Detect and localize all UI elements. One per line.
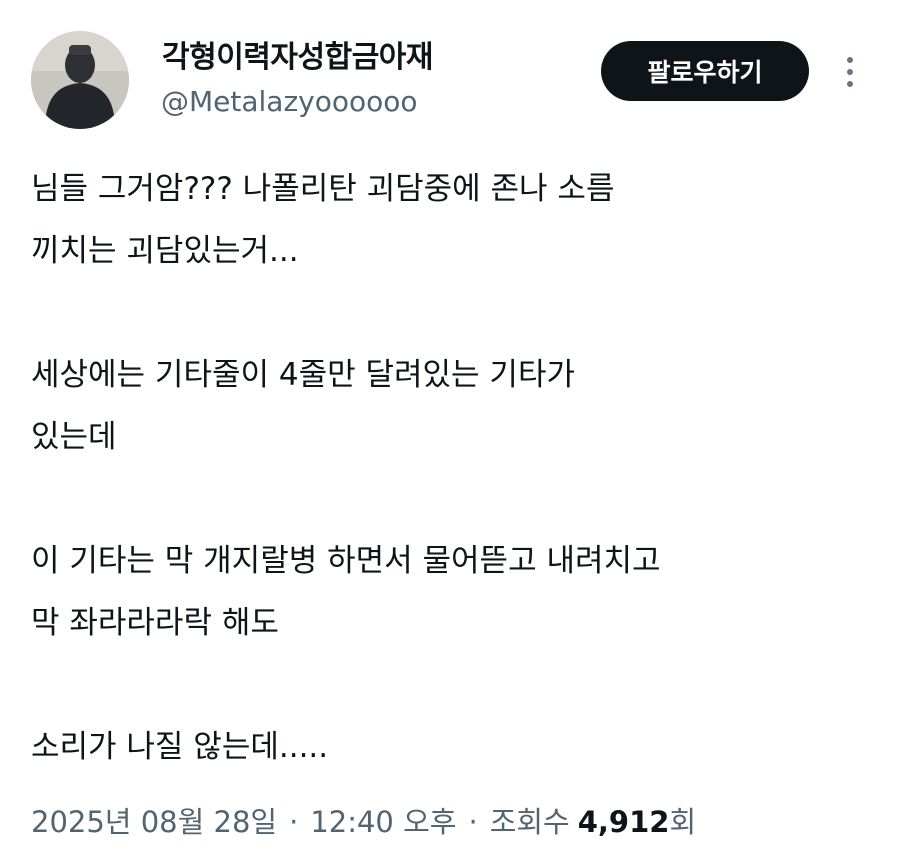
vertical-ellipsis-icon xyxy=(847,57,853,63)
tweet-header: 각형이력자성합금아재 @Metalazyoooooo 팔로우하기 xyxy=(0,0,900,150)
tweet-line: 소리가 나질 않는데..... xyxy=(31,729,329,765)
vertical-ellipsis-icon-dot xyxy=(847,81,853,87)
tweet-line-break xyxy=(31,468,891,530)
tweet-text: 님들 그거암??? 나폴리탄 괴담중에 존나 소름 끼치는 괴담있는거... 세… xyxy=(31,158,891,778)
views-label: 조회수 xyxy=(489,805,570,839)
follow-button[interactable]: 팔로우하기 xyxy=(601,41,809,101)
tweet-line-break xyxy=(31,654,891,716)
author-handle[interactable]: @Metalazyoooooo xyxy=(161,82,418,122)
more-options-button[interactable] xyxy=(836,52,864,92)
meta-separator: · xyxy=(289,805,299,839)
tweet-line: 이 기타는 막 개지랄병 하면서 물어뜯고 내려치고 xyxy=(31,543,661,579)
author-avatar[interactable] xyxy=(31,31,129,129)
tweet-date[interactable]: 2025년 08월 28일 xyxy=(31,796,277,848)
tweet-line: 막 좌라라라락 해도 xyxy=(31,605,279,641)
tweet-meta: 2025년 08월 28일 · 12:40 오후 · 조회수 4,912 회 xyxy=(31,796,696,848)
meta-separator: · xyxy=(468,805,478,839)
views-suffix: 회 xyxy=(669,805,697,839)
tweet-time[interactable]: 12:40 오후 xyxy=(310,796,456,848)
tweet-line: 끼치는 괴담있는거... xyxy=(31,233,299,269)
tweet-line-break xyxy=(31,282,891,344)
author-display-name[interactable]: 각형이력자성합금아재 xyxy=(162,38,434,78)
views-count: 4,912 xyxy=(577,805,670,839)
profile-photo-icon xyxy=(31,31,129,129)
tweet-line: 님들 그거암??? 나폴리탄 괴담중에 존나 소름 xyxy=(31,171,615,207)
tweet-line: 세상에는 기타줄이 4줄만 달려있는 기타가 xyxy=(31,357,575,393)
tweet-line: 있는데 xyxy=(31,419,117,455)
vertical-ellipsis-icon-dot xyxy=(847,69,853,75)
